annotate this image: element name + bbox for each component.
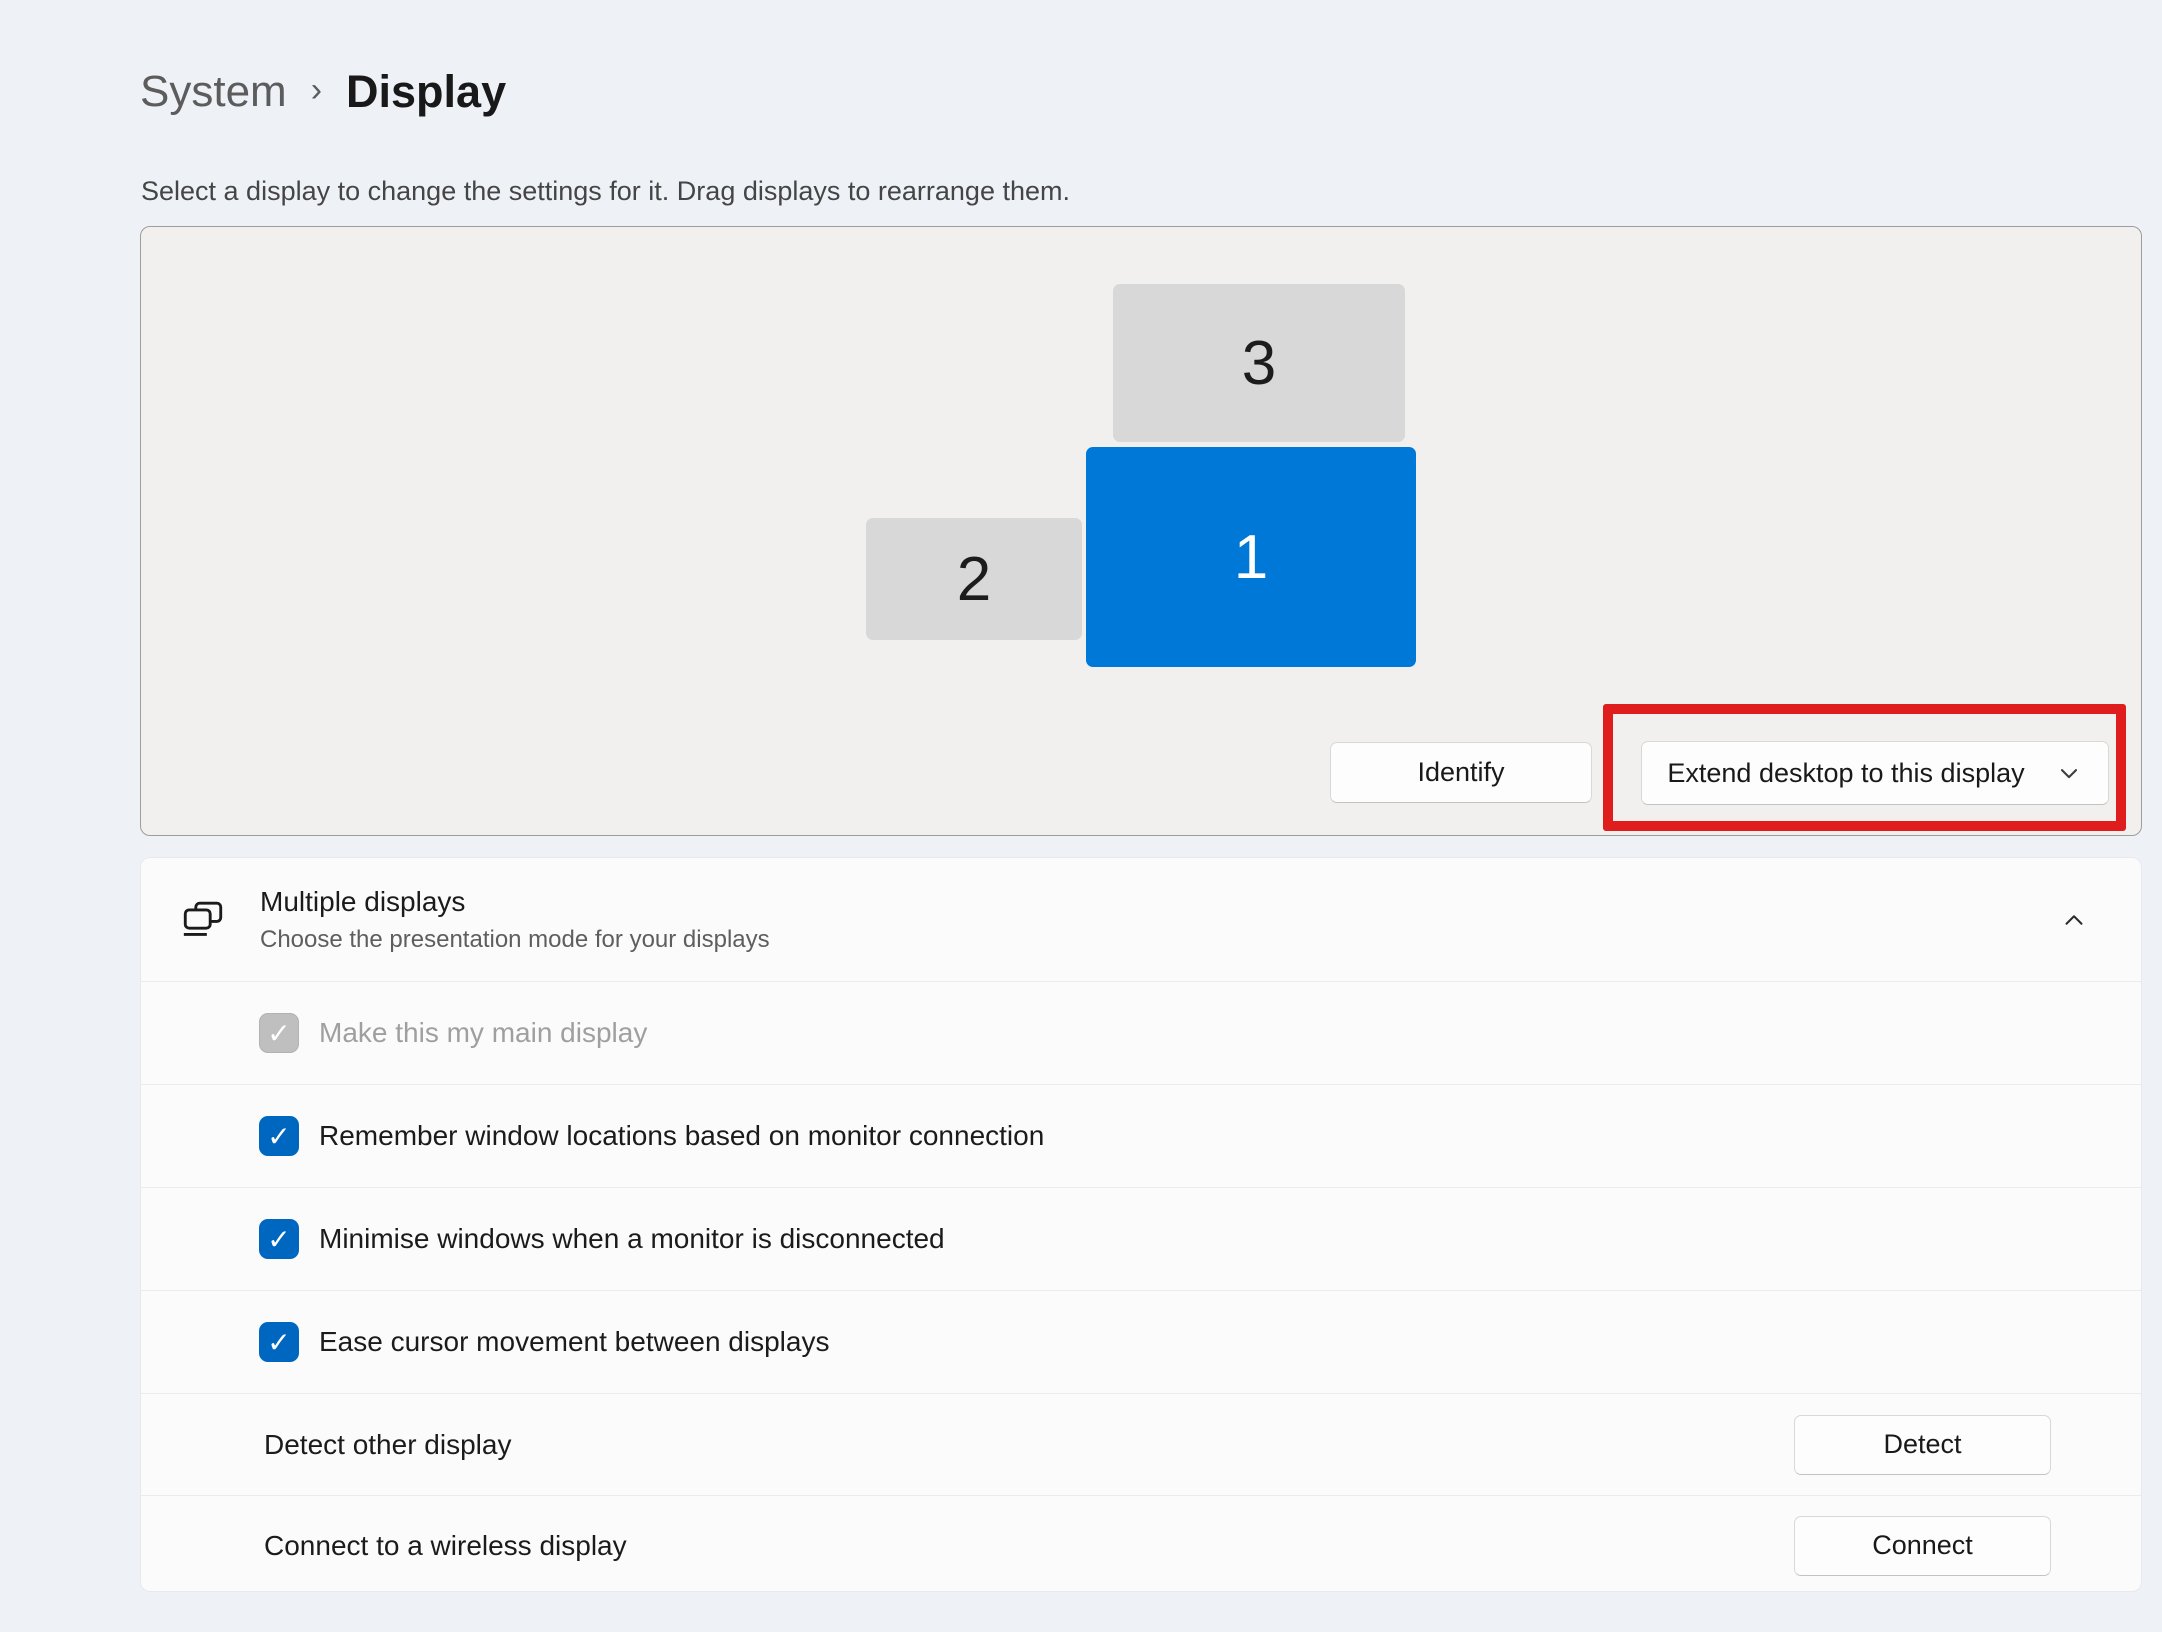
monitor-2-label: 2 <box>956 544 992 614</box>
display-mode-value: Extend desktop to this display <box>1667 757 2025 788</box>
monitor-1-label: 1 <box>1233 522 1269 592</box>
page-title: Display <box>346 66 507 117</box>
setting-row-remember-locations: ✓ Remember window locations based on mon… <box>141 1084 2141 1187</box>
connect-button[interactable]: Connect <box>1794 1515 2051 1576</box>
display-mode-dropdown[interactable]: Extend desktop to this display <box>1641 741 2109 805</box>
identify-button[interactable]: Identify <box>1330 742 1592 803</box>
minimise-windows-label: Minimise windows when a monitor is disco… <box>319 1223 945 1254</box>
multiple-displays-card: Multiple displays Choose the presentatio… <box>140 857 2142 1592</box>
minimise-windows-checkbox[interactable]: ✓ <box>259 1219 299 1259</box>
detect-button[interactable]: Detect <box>1794 1414 2051 1475</box>
checkmark-icon: ✓ <box>267 1326 291 1358</box>
remember-locations-label: Remember window locations based on monit… <box>319 1120 1045 1151</box>
multiple-displays-icon <box>183 901 223 936</box>
card-title: Multiple displays <box>260 885 466 917</box>
wireless-display-label: Connect to a wireless display <box>264 1529 627 1561</box>
breadcrumb-separator-icon: › <box>310 70 323 109</box>
breadcrumb-system-link[interactable]: System <box>140 67 287 117</box>
ease-cursor-checkbox[interactable]: ✓ <box>259 1322 299 1362</box>
ease-cursor-label: Ease cursor movement between displays <box>319 1326 830 1357</box>
monitor-1-selected[interactable]: 1 <box>1086 447 1416 667</box>
annotation-highlight-box: Extend desktop to this display <box>1603 704 2126 831</box>
detect-display-label: Detect other display <box>264 1428 512 1460</box>
monitor-2[interactable]: 2 <box>866 518 1082 640</box>
setting-row-minimise-windows: ✓ Minimise windows when a monitor is dis… <box>141 1187 2141 1290</box>
settings-display-page: System › Display Select a display to cha… <box>0 0 2162 1632</box>
card-subtitle: Choose the presentation mode for your di… <box>260 925 770 953</box>
breadcrumb: System › Display <box>140 66 506 118</box>
chevron-down-icon <box>2060 769 2077 779</box>
setting-row-wireless-display: Connect to a wireless display Connect <box>141 1495 2141 1591</box>
setting-row-detect-display: Detect other display Detect <box>141 1393 2141 1495</box>
setting-row-main-display: ✓ Make this my main display <box>141 981 2141 1084</box>
remember-locations-checkbox[interactable]: ✓ <box>259 1116 299 1156</box>
checkmark-icon: ✓ <box>267 1017 291 1049</box>
checkmark-icon: ✓ <box>267 1120 291 1152</box>
multiple-displays-header[interactable]: Multiple displays Choose the presentatio… <box>141 858 2141 981</box>
monitor-3-label: 3 <box>1241 328 1277 398</box>
main-display-label: Make this my main display <box>319 1017 648 1048</box>
multiple-displays-header-text: Multiple displays Choose the presentatio… <box>260 886 770 954</box>
intro-text: Select a display to change the settings … <box>141 176 1070 206</box>
checkmark-icon: ✓ <box>267 1223 291 1255</box>
chevron-up-icon[interactable] <box>2059 905 2089 935</box>
monitor-3[interactable]: 3 <box>1113 284 1405 442</box>
setting-row-ease-cursor: ✓ Ease cursor movement between displays <box>141 1290 2141 1393</box>
display-arrangement-panel: 3 2 1 Identify Extend desktop to this di… <box>140 226 2142 836</box>
main-display-checkbox: ✓ <box>259 1013 299 1053</box>
